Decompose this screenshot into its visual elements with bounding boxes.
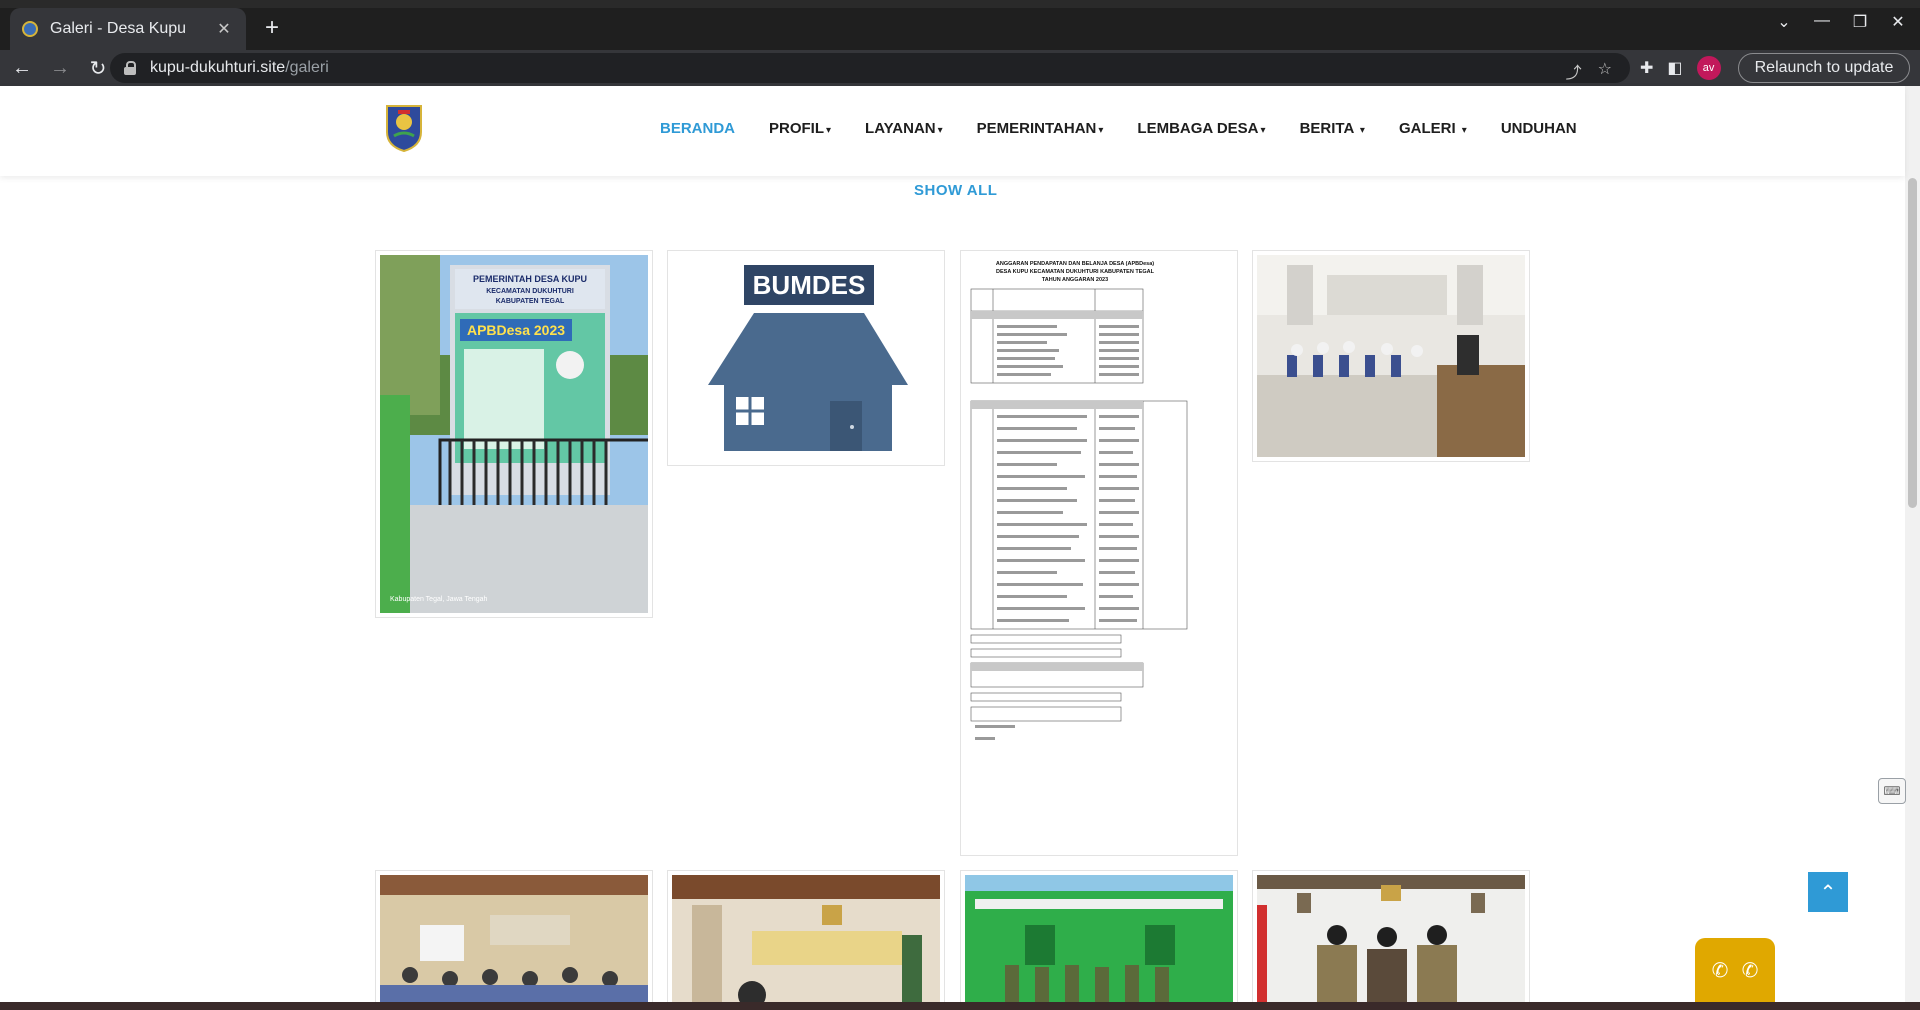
doc-subtitle-1: DESA KUPU KECAMATAN DUKUHTURI KABUPATEN … — [996, 269, 1155, 275]
chat-widget-icon[interactable]: ⌨ — [1878, 778, 1906, 804]
penyuluhan-photo — [672, 875, 940, 1010]
gallery-item[interactable] — [1252, 870, 1530, 1010]
gallery-item[interactable] — [667, 870, 945, 1010]
doc-subtitle-2: TAHUN ANGGARAN 2023 — [1042, 277, 1108, 283]
gallery-image-apbdesa-table: ANGGARAN PENDAPATAN DAN BELANJA DESA (AP… — [965, 255, 1233, 851]
image-caption: Kabupaten Tegal, Jawa Tengah — [390, 596, 488, 603]
menu-item-layanan[interactable]: LAYANAN ▾ — [865, 120, 943, 137]
gallery-item[interactable]: ANGGARAN PENDAPATAN DAN BELANJA DESA (AP… — [960, 250, 1238, 856]
back-icon[interactable]: ← — [6, 52, 38, 84]
site-favicon-icon — [22, 21, 38, 37]
gallery-image-bumdes: BUMDES — [672, 255, 940, 461]
gallery-image-meeting — [1257, 255, 1525, 457]
side-panel-icon[interactable]: ◧ — [1667, 58, 1682, 78]
budget-table-document: ANGGARAN PENDAPATAN DAN BELANJA DESA (AP… — [965, 255, 1233, 851]
browser-toolbar: ← → ↻ kupu-dukuhturi.site/galeri ⤴ ☆ ✚ ◧… — [0, 50, 1920, 86]
gallery-item[interactable]: PEMERINTAH DESA KUPU KECAMATAN DUKUHTURI… — [375, 250, 653, 618]
meeting-photo — [1257, 255, 1525, 457]
gallery-image-apbdesa-sign: PEMERINTAH DESA KUPU KECAMATAN DUKUHTURI… — [380, 255, 648, 613]
page-scrollbar-thumb[interactable] — [1908, 178, 1917, 508]
menu-item-unduhan[interactable]: UNDUHAN — [1501, 120, 1577, 137]
sign-subtitle-2: KABUPATEN TEGAL — [496, 298, 565, 305]
extensions-puzzle-icon[interactable]: ✚ — [1640, 58, 1653, 78]
gallery-item[interactable] — [960, 870, 1238, 1010]
gallery-image-handover — [1257, 875, 1525, 1010]
address-bar[interactable]: kupu-dukuhturi.site/galeri ⤴ ☆ — [110, 53, 1630, 83]
hall-photo — [380, 875, 648, 1010]
sign-subtitle-1: KECAMATAN DUKUHTURI — [486, 288, 574, 295]
relaunch-button[interactable]: Relaunch to update — [1738, 53, 1910, 83]
caret-down-icon: ▾ — [1461, 125, 1467, 136]
share-icon[interactable]: ⤴ — [1566, 59, 1582, 83]
profile-avatar[interactable]: av — [1696, 56, 1721, 80]
phone-icon[interactable]: ✆ — [1712, 958, 1729, 983]
doc-title: ANGGARAN PENDAPATAN DAN BELANJA DESA (AP… — [996, 261, 1154, 267]
caret-down-icon: ▾ — [826, 125, 832, 136]
bookmark-star-icon[interactable]: ☆ — [1598, 59, 1612, 83]
gallery-section: SHOW ALL PEMERINTAH DESA KUPU KECAMATAN … — [0, 176, 1905, 1010]
tab-search-icon[interactable]: ⌄ — [1772, 12, 1796, 32]
gallery-image-penyuluhan — [672, 875, 940, 1010]
gallery-item[interactable] — [375, 870, 653, 1010]
url-path: /galeri — [285, 59, 329, 76]
caret-down-icon: ▾ — [1359, 125, 1365, 136]
url-host: kupu-dukuhturi.site — [150, 59, 286, 76]
tab-close-icon[interactable]: ✕ — [214, 19, 234, 39]
bumdes-label: BUMDES — [753, 270, 866, 300]
maximize-button[interactable]: ❐ — [1848, 12, 1872, 32]
forward-icon[interactable]: → — [44, 52, 76, 84]
close-window-button[interactable]: ✕ — [1886, 12, 1910, 32]
back-to-top-button[interactable]: ⌃ — [1808, 872, 1848, 912]
gallery-item[interactable]: BUMDES — [667, 250, 945, 466]
green-building-photo — [965, 875, 1233, 1010]
window-controls: ⌄ — ❐ ✕ — [1772, 12, 1910, 32]
tab-bar-top-strip — [0, 0, 1920, 8]
whatsapp-icon[interactable]: ✆ — [1742, 958, 1759, 983]
apbdesa-sign-picture: PEMERINTAH DESA KUPU KECAMATAN DUKUHTURI… — [380, 255, 648, 613]
contact-widget: ✆ ✆ — [1695, 938, 1775, 1002]
menu-item-galeri[interactable]: GALERI ▾ — [1399, 120, 1467, 137]
address-bar-actions: ⤴ ☆ — [1566, 59, 1612, 83]
tab-title: Galeri - Desa Kupu — [50, 20, 187, 37]
sign-banner: APBDesa 2023 — [467, 322, 565, 338]
menu-item-beranda[interactable]: BERANDA — [660, 120, 735, 137]
taskbar-strip — [0, 1002, 1920, 1010]
main-menu: BERANDA PROFIL ▾ LAYANAN ▾ PEMERINTAHAN ▾ L… — [660, 120, 1577, 137]
caret-down-icon: ▾ — [1260, 125, 1266, 136]
caret-down-icon: ▾ — [937, 125, 943, 136]
gallery-image-green-building — [965, 875, 1233, 1010]
gallery-item[interactable] — [1252, 250, 1530, 462]
handover-photo — [1257, 875, 1525, 1010]
new-tab-button[interactable]: + — [258, 14, 286, 42]
menu-item-berita[interactable]: BERITA ▾ — [1300, 120, 1365, 137]
menu-item-pemerintahan[interactable]: PEMERINTAHAN ▾ — [977, 120, 1104, 137]
show-all-filter[interactable]: SHOW ALL — [914, 182, 997, 199]
lock-icon[interactable] — [124, 61, 136, 75]
village-logo-icon[interactable] — [384, 102, 424, 152]
sign-title: PEMERINTAH DESA KUPU — [473, 274, 587, 284]
menu-item-lembaga-desa[interactable]: LEMBAGA DESA ▾ — [1137, 120, 1265, 137]
extension-area: ✚ ◧ av — [1640, 50, 1721, 86]
site-header: BERANDA PROFIL ▾ LAYANAN ▾ PEMERINTAHAN ▾ L… — [0, 86, 1905, 176]
menu-item-profil[interactable]: PROFIL ▾ — [769, 120, 831, 137]
bumdes-building-icon: BUMDES — [672, 255, 940, 461]
caret-down-icon: ▾ — [1098, 125, 1104, 136]
minimize-button[interactable]: — — [1810, 12, 1834, 32]
browser-tab-bar: Galeri - Desa Kupu ✕ + ⌄ — ❐ ✕ — [0, 0, 1920, 50]
browser-tab[interactable]: Galeri - Desa Kupu ✕ — [10, 8, 246, 50]
gallery-image-hall — [380, 875, 648, 1010]
